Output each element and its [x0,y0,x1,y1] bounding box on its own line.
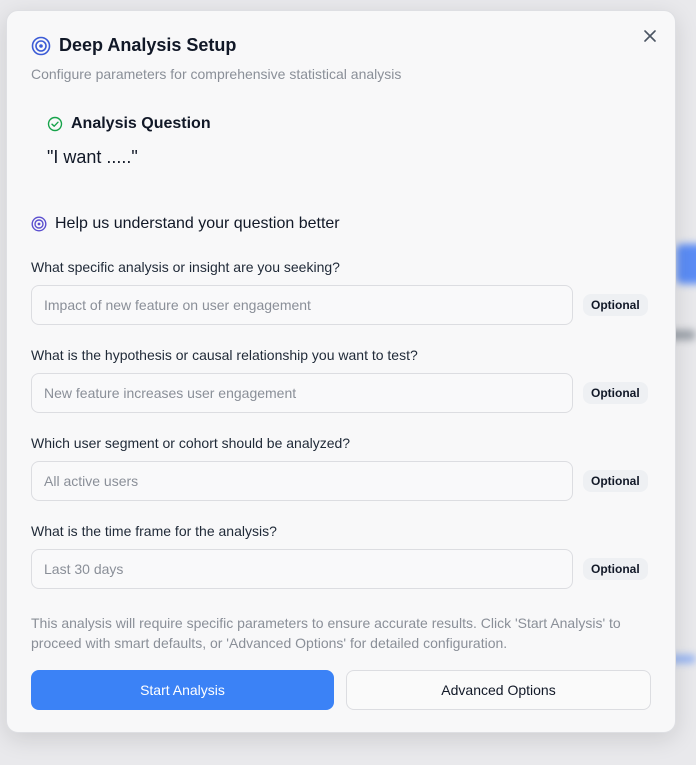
field-user-segment: Which user segment or cohort should be a… [31,435,651,501]
field-label: Which user segment or cohort should be a… [31,435,351,451]
close-icon [644,30,656,42]
dialog-title: Deep Analysis Setup [59,35,237,55]
field-label: What is the time frame for the analysis? [31,523,277,539]
optional-badge: Optional [583,294,648,316]
field-hypothesis: What is the hypothesis or causal relatio… [31,347,651,413]
field-analysis-insight: What specific analysis or insight are yo… [31,259,651,325]
analysis-question-label: Analysis Question [71,115,211,132]
analysis-question-section: Analysis Question "I want ....." [47,115,211,168]
hypothesis-input[interactable] [31,373,573,413]
background-blur-accent [676,244,696,284]
analysis-insight-input[interactable] [31,285,573,325]
optional-badge: Optional [583,382,648,404]
dialog-subtitle: Configure parameters for comprehensive s… [31,66,402,82]
help-section-header: Help us understand your question better [31,215,651,233]
optional-badge: Optional [583,470,648,492]
field-time-frame: What is the time frame for the analysis?… [31,523,651,589]
analysis-setup-dialog: Deep Analysis Setup Configure parameters… [6,10,676,733]
analysis-note: This analysis will require specific para… [31,615,621,651]
help-title: Help us understand your question better [55,215,340,232]
check-circle-icon [47,116,63,132]
target-icon [31,36,51,55]
advanced-options-button[interactable]: Advanced Options [346,670,651,710]
start-analysis-button[interactable]: Start Analysis [31,670,334,710]
analysis-question-text: "I want ....." [47,147,138,167]
field-label: What specific analysis or insight are yo… [31,259,340,275]
dialog-actions: Start Analysis Advanced Options [31,670,651,710]
dialog-header: Deep Analysis Setup Configure parameters… [31,35,401,82]
target-icon [31,216,47,232]
user-segment-input[interactable] [31,461,573,501]
time-frame-input[interactable] [31,549,573,589]
close-button[interactable] [641,27,659,45]
optional-badge: Optional [583,558,648,580]
field-label: What is the hypothesis or causal relatio… [31,347,418,363]
